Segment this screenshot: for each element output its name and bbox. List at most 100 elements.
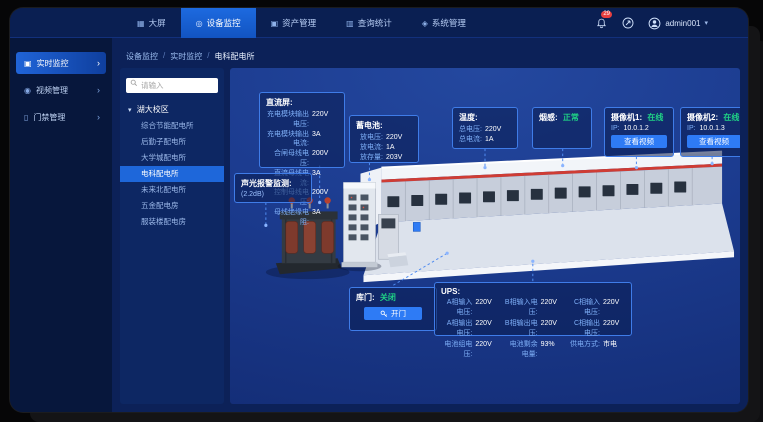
tab-label: 查询统计 (358, 17, 392, 29)
field-value: 220V (603, 319, 625, 339)
field-value: 220V (386, 133, 412, 143)
field-label: 充电模块输出电流: (266, 130, 309, 150)
big-screen-icon: ▦ (137, 19, 145, 28)
station-tree: ▾ 湖大校区 综合节能配电所 后勤子配电所 大学城配电所 电科配电所 未来北配电… (120, 102, 224, 230)
statistics-icon: ▥ (346, 19, 354, 28)
sidebar-item-door-access[interactable]: ▯ 门禁管理 › (16, 106, 106, 128)
field-label: 总电流: (459, 135, 482, 145)
ip-value: 10.0.1.2 (624, 125, 649, 132)
field-value: 93% (541, 340, 563, 360)
field-value: 220V (475, 340, 497, 360)
caret-down-icon: ▾ (128, 107, 132, 114)
fullscreen-icon (622, 17, 634, 29)
field-value: 220V (603, 298, 625, 318)
panel-title: UPS: (441, 287, 625, 296)
breadcrumb-item[interactable]: 设备监控 (126, 51, 158, 62)
tab-system-management[interactable]: ◈ 系统管理 (407, 8, 481, 38)
sound-level-value: (2.2dB) (241, 191, 305, 198)
camera2-panel: 摄像机2: 在线 IP: 10.0.1.3 查看视频 (680, 107, 740, 157)
dc-screen-panel: 直流屏: 充电模块输出电压:220V 充电模块输出电流:3A 合闸母线电压:20… (259, 92, 345, 168)
primary-sidebar: ▣ 实时监控 › ◉ 视频管理 › ▯ 门禁管理 › (10, 38, 112, 412)
sidebar-item-label: 视频管理 (36, 85, 68, 96)
field-label: C相输出电压: (569, 319, 600, 339)
temperature-panel: 温度: 总电压:220V 总电流:1A (452, 107, 518, 149)
app-window: ▦ 大屏 ◎ 设备监控 ▣ 资产管理 ▥ 查询统计 ◈ 系统管理 (10, 8, 748, 412)
tree-item[interactable]: 服装楼配电房 (120, 214, 224, 230)
field-label: 供电方式: (569, 340, 600, 360)
breadcrumb: 设备监控 / 实时监控 / 电科配电所 (126, 51, 254, 62)
view-video-button[interactable]: 查看视频 (611, 135, 667, 148)
search-input[interactable] (126, 78, 218, 93)
tree-item[interactable]: 五金配电房 (120, 198, 224, 214)
breadcrumb-separator: / (163, 51, 165, 62)
username-label: admin001 (665, 19, 700, 28)
tree-item[interactable]: 未来北配电所 (120, 182, 224, 198)
notification-badge: 29 (601, 11, 612, 18)
tab-device-monitor[interactable]: ◎ 设备监控 (181, 8, 256, 38)
tab-query-statistics[interactable]: ▥ 查询统计 (331, 8, 407, 38)
button-label: 开门 (391, 308, 406, 319)
sound-alarm-panel: 声光报警监测: (2.2dB) (234, 173, 312, 203)
key-icon (380, 310, 388, 318)
chevron-right-icon: › (97, 85, 100, 95)
field-label: 电池组电压: (441, 340, 472, 360)
field-label: 合闸母线电压: (266, 149, 309, 169)
breadcrumb-current: 电科配电所 (214, 51, 254, 62)
field-label: B相输入电压: (503, 298, 537, 318)
top-nav-tabs: ▦ 大屏 ◎ 设备监控 ▣ 资产管理 ▥ 查询统计 ◈ 系统管理 (122, 8, 481, 38)
breadcrumb-separator: / (207, 51, 209, 62)
field-value: 203V (386, 153, 412, 163)
search-icon (130, 79, 138, 87)
field-label: 总电压: (459, 125, 482, 135)
tree-item[interactable]: 后勤子配电所 (120, 134, 224, 150)
tree-item[interactable]: 综合节能配电所 (120, 118, 224, 134)
ups-readings-grid: A相输入电压:220V B相输入电压:220V C相输入电压:220V A相输出… (441, 298, 625, 360)
field-value: 220V (312, 110, 338, 130)
top-nav-bar: ▦ 大屏 ◎ 设备监控 ▣ 资产管理 ▥ 查询统计 ◈ 系统管理 (10, 8, 748, 38)
system-icon: ◈ (422, 19, 428, 28)
tab-big-screen[interactable]: ▦ 大屏 (122, 8, 181, 38)
panel-title: 直流屏: (266, 97, 338, 108)
field-label: 充电模块输出电压: (266, 110, 309, 130)
panel-title: 摄像机1: (611, 113, 642, 122)
panel-title: 蓄电池: (356, 120, 412, 131)
button-label: 查看视频 (699, 136, 729, 147)
field-value: 1A (485, 135, 511, 145)
door-status-badge: 关闭 (380, 293, 396, 302)
status-badge: 在线 (647, 113, 663, 122)
view-video-button[interactable]: 查看视频 (687, 135, 740, 148)
tab-label: 设备监控 (207, 17, 241, 29)
field-value: 220V (475, 298, 497, 318)
breadcrumb-item[interactable]: 实时监控 (170, 51, 202, 62)
chevron-right-icon: › (97, 58, 100, 68)
field-label: A相输入电压: (441, 298, 472, 318)
content-area: 设备监控 / 实时监控 / 电科配电所 ▾ 湖大校区 综合节能配电所 后 (112, 38, 748, 412)
field-label: 放电流: (356, 143, 383, 153)
user-menu[interactable]: admin001 ▾ (648, 17, 708, 30)
chevron-down-icon: ▾ (704, 19, 708, 27)
sidebar-item-video-management[interactable]: ◉ 视频管理 › (16, 79, 106, 101)
dc-power-cabinet (338, 183, 382, 272)
open-door-button[interactable]: 开门 (364, 307, 422, 320)
tree-item[interactable]: 大学城配电所 (120, 150, 224, 166)
panel-title: 库门: (356, 293, 375, 302)
field-label: C相输入电压: (569, 298, 600, 318)
bell-icon (596, 18, 607, 29)
field-value: 220V (541, 298, 563, 318)
device-monitor-icon: ◎ (196, 19, 203, 28)
tree-root-node[interactable]: ▾ 湖大校区 (120, 102, 224, 118)
asset-icon: ▣ (271, 19, 279, 28)
sidebar-item-label: 实时监控 (37, 58, 69, 69)
tab-asset-management[interactable]: ▣ 资产管理 (256, 8, 332, 38)
panel-title: 温度: (459, 112, 511, 123)
field-value: 3A (312, 130, 338, 150)
tab-label: 大屏 (149, 17, 166, 29)
field-label: 电池剩余电量: (503, 340, 537, 360)
notifications-button[interactable]: 29 (594, 16, 608, 30)
fullscreen-button[interactable] (621, 16, 635, 30)
sidebar-item-realtime-monitor[interactable]: ▣ 实时监控 › (16, 52, 106, 74)
camera1-panel: 摄像机1: 在线 IP: 10.0.1.2 查看视频 (604, 107, 674, 157)
sidebar-item-label: 门禁管理 (33, 112, 65, 123)
tree-item-selected[interactable]: 电科配电所 (120, 166, 224, 182)
field-value: 220V (475, 319, 497, 339)
